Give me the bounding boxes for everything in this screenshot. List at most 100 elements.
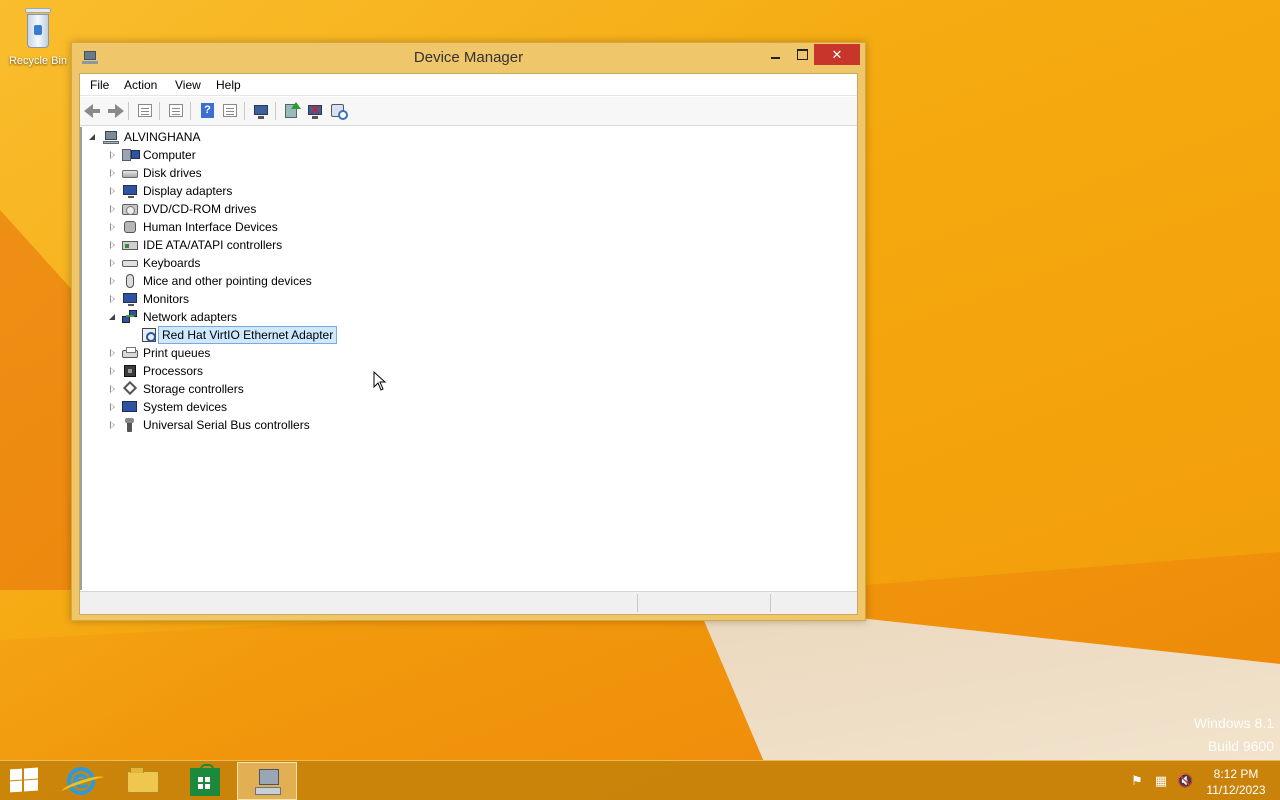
windows-start-icon[interactable] — [10, 767, 38, 793]
tree-item-label: Universal Serial Bus controllers — [143, 418, 310, 432]
toolbar-separator — [244, 102, 245, 120]
tree-item-label: Display adapters — [143, 184, 233, 198]
display-adapter-icon — [122, 184, 138, 198]
action-pane-icon[interactable] — [221, 102, 239, 120]
tree-item-label: IDE ATA/ATAPI controllers — [143, 238, 283, 252]
toolbar: ? ✕ — [80, 97, 857, 126]
menu-help[interactable]: Help — [216, 78, 241, 92]
internet-explorer-icon — [67, 765, 95, 795]
recycle-bin-shortcut[interactable]: Recycle Bin — [4, 6, 72, 67]
clock-time: 8:12 PM — [1213, 767, 1259, 781]
expand-arrow-icon[interactable] — [108, 385, 117, 394]
tree-item-label: Mice and other pointing devices — [143, 274, 312, 288]
status-pane-2 — [637, 594, 770, 612]
monitor-icon — [122, 292, 138, 306]
processor-icon — [122, 364, 138, 378]
device-tree[interactable]: ALVINGHANA Computer Disk drives Display … — [80, 127, 857, 590]
show-hide-console-tree-icon[interactable] — [136, 102, 154, 120]
expand-arrow-icon[interactable] — [108, 205, 117, 214]
tree-item-label: DVD/CD-ROM drives — [143, 202, 257, 216]
tree-item-label: Monitors — [143, 292, 190, 306]
recycle-bin-icon — [21, 6, 55, 52]
expand-arrow-icon[interactable] — [108, 277, 117, 286]
disable-device-icon[interactable] — [329, 102, 348, 120]
collapse-arrow-icon[interactable] — [108, 313, 117, 322]
expand-arrow-icon[interactable] — [108, 241, 117, 250]
computer-root-icon — [103, 130, 119, 144]
menu-action[interactable]: Action — [124, 78, 157, 92]
expand-arrow-icon[interactable] — [108, 223, 117, 232]
status-pane-3 — [770, 594, 857, 612]
close-button[interactable]: ✕ — [814, 44, 860, 65]
watermark-line-2: Build 9600 — [1207, 738, 1274, 754]
hid-icon — [122, 220, 138, 234]
ethernet-adapter-icon — [142, 328, 158, 342]
help-icon[interactable]: ? — [198, 102, 216, 120]
windows-watermark: Windows 8.1 Build 9600 — [1194, 712, 1274, 758]
properties-icon[interactable] — [167, 102, 185, 120]
back-arrow-icon[interactable] — [84, 102, 102, 120]
expand-arrow-icon[interactable] — [108, 349, 117, 358]
action-center-flag-icon[interactable]: ⚑ — [1129, 773, 1145, 789]
selected-device-label: Red Hat VirtIO Ethernet Adapter — [158, 326, 338, 344]
device-manager-window: Device Manager ✕ File Action View Help ? — [71, 42, 866, 621]
expand-arrow-icon[interactable] — [108, 259, 117, 268]
ide-controller-icon — [122, 238, 138, 252]
expand-arrow-icon[interactable] — [108, 187, 117, 196]
printer-icon — [122, 346, 138, 360]
tree-item-label: System devices — [143, 400, 228, 414]
scan-hardware-icon[interactable] — [252, 102, 270, 120]
expand-arrow-icon[interactable] — [108, 421, 117, 430]
recycle-bin-label: Recycle Bin — [8, 55, 68, 67]
taskbar-clock[interactable]: 8:12 PM 11/12/2023 — [1198, 766, 1274, 798]
expand-arrow-icon[interactable] — [108, 403, 117, 412]
computer-icon — [122, 148, 140, 162]
device-manager-icon — [253, 769, 283, 797]
toolbar-separator — [159, 102, 160, 120]
volume-muted-icon[interactable]: 🔇 — [1177, 773, 1193, 789]
window-client-area: File Action View Help ? ✕ ALVINGHANA Com… — [79, 73, 858, 615]
store-icon — [190, 764, 220, 796]
toolbar-separator — [275, 102, 276, 120]
watermark-line-1: Windows 8.1 — [1193, 715, 1274, 731]
maximize-button[interactable] — [788, 44, 814, 65]
menu-bar: File Action View Help — [80, 74, 857, 96]
tree-item-label: Network adapters — [143, 310, 238, 324]
network-icon[interactable]: ▦ — [1153, 773, 1169, 789]
tree-border — [80, 127, 82, 590]
taskbar-internet-explorer[interactable] — [51, 762, 111, 800]
expand-arrow-icon[interactable] — [108, 151, 117, 160]
mouse-icon — [122, 274, 138, 288]
expand-arrow-icon[interactable] — [108, 367, 117, 376]
usb-icon — [122, 418, 138, 432]
menu-file[interactable]: File — [90, 78, 109, 92]
expand-arrow-icon[interactable] — [108, 295, 117, 304]
toolbar-separator — [128, 102, 129, 120]
update-driver-icon[interactable] — [283, 102, 301, 120]
title-bar[interactable]: Device Manager ✕ — [72, 43, 865, 73]
tree-item-label: Print queues — [143, 346, 211, 360]
taskbar-store[interactable] — [175, 762, 235, 800]
taskbar-file-explorer[interactable] — [113, 762, 173, 800]
taskbar-device-manager[interactable] — [237, 762, 297, 800]
uninstall-device-icon[interactable]: ✕ — [306, 102, 324, 120]
collapse-arrow-icon[interactable] — [88, 133, 97, 142]
tree-item-label: Computer — [143, 148, 196, 162]
window-title: Device Manager — [413, 49, 524, 66]
mouse-cursor-icon — [373, 371, 387, 391]
minimize-button[interactable] — [762, 44, 788, 65]
clock-date: 11/12/2023 — [1206, 783, 1266, 797]
tree-item-label: Keyboards — [143, 256, 201, 270]
forward-arrow-icon[interactable] — [106, 102, 124, 120]
keyboard-icon — [122, 256, 138, 270]
system-tray: ⚑ ▦ 🔇 — [1125, 773, 1195, 791]
storage-controller-icon — [122, 380, 138, 396]
expand-arrow-icon[interactable] — [108, 169, 117, 178]
status-bar — [80, 591, 857, 614]
taskbar: ⚑ ▦ 🔇 8:12 PM 11/12/2023 — [0, 760, 1280, 800]
tree-item-label: Disk drives — [143, 166, 202, 180]
menu-view[interactable]: View — [175, 78, 201, 92]
status-pane-1 — [80, 594, 637, 612]
system-devices-icon — [122, 400, 138, 414]
network-adapter-icon — [122, 310, 138, 324]
